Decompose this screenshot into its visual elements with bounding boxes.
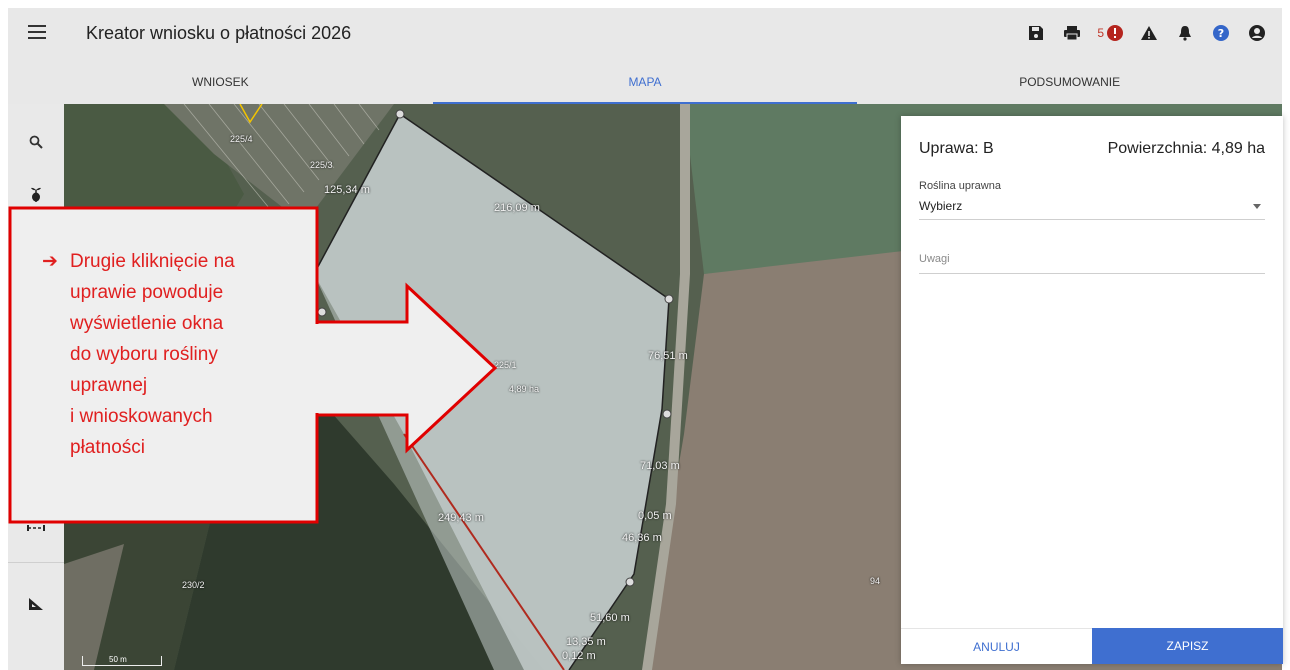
panel-header: Uprawa: B Powierzchnia: 4,89 ha bbox=[919, 140, 1265, 164]
edge-length-label: 125,34 m bbox=[324, 184, 370, 196]
main-tabs: WNIOSEK MAPA PODSUMOWANIE bbox=[8, 60, 1282, 104]
parcel-label: 225/1 bbox=[494, 360, 517, 370]
arrow-right-icon: ➔ bbox=[42, 251, 58, 272]
edge-length-label: 76,51 m bbox=[648, 350, 688, 362]
parcel-area-label: 4,89 ha bbox=[509, 384, 540, 394]
plant-field-label: Roślina uprawna bbox=[919, 180, 1001, 192]
callout-text: Drugie kliknięcie na uprawie powoduje wy… bbox=[70, 246, 310, 463]
plant-select[interactable]: Wybierz bbox=[919, 196, 1265, 220]
scale-label: 50 m bbox=[109, 655, 127, 664]
save-button[interactable]: ZAPISZ bbox=[1092, 628, 1283, 664]
toolbar-divider bbox=[8, 562, 64, 563]
edge-length-label: 0,12 m bbox=[562, 650, 596, 662]
plant-select-value: Wybierz bbox=[919, 199, 963, 213]
chevron-down-icon bbox=[1253, 204, 1261, 209]
crop-panel: Uprawa: B Powierzchnia: 4,89 ha Roślina … bbox=[901, 116, 1283, 664]
tab-podsumowanie[interactable]: PODSUMOWANIE bbox=[857, 60, 1282, 104]
search-icon[interactable] bbox=[24, 130, 48, 154]
callout-line: do wyboru rośliny bbox=[70, 344, 218, 365]
tab-wniosek[interactable]: WNIOSEK bbox=[8, 60, 433, 104]
map-toolbar bbox=[8, 104, 64, 670]
edge-length-label: 13,35 m bbox=[566, 636, 606, 648]
error-icon bbox=[1107, 25, 1123, 41]
tab-mapa[interactable]: MAPA bbox=[432, 60, 858, 104]
help-icon[interactable]: ? bbox=[1210, 22, 1232, 44]
edge-length-label: 0,05 m bbox=[638, 510, 672, 522]
ruler-icon[interactable] bbox=[24, 516, 48, 540]
account-icon[interactable] bbox=[1246, 22, 1268, 44]
plant-icon[interactable] bbox=[24, 182, 48, 206]
area-label: Powierzchnia: 4,89 ha bbox=[1107, 140, 1265, 157]
parcel-label: 225/3 bbox=[310, 160, 333, 170]
callout-line: płatności bbox=[70, 437, 145, 458]
svg-text:?: ? bbox=[1218, 27, 1224, 40]
header-actions: 5 ? bbox=[1025, 20, 1268, 46]
edge-length-label: 249,43 m bbox=[438, 512, 484, 524]
parcel-label: 94 bbox=[870, 576, 881, 586]
save-icon[interactable] bbox=[1025, 22, 1047, 44]
edge-length-label: 51,60 m bbox=[590, 612, 630, 624]
callout-line: uprawie powoduje bbox=[70, 282, 224, 303]
edge-length-label: 216,09 m bbox=[494, 202, 540, 214]
error-indicator[interactable]: 5 bbox=[1097, 24, 1124, 42]
map-scale-bar: 50 m bbox=[82, 655, 162, 666]
cancel-button[interactable]: ANULUJ bbox=[901, 628, 1092, 664]
warning-icon[interactable] bbox=[1138, 22, 1160, 44]
callout-line: Drugie kliknięcie na bbox=[70, 251, 235, 272]
bell-icon[interactable] bbox=[1174, 22, 1196, 44]
menu-icon[interactable] bbox=[28, 25, 46, 39]
edge-length-label: 46,36 m bbox=[622, 532, 662, 544]
parcel-label: 225/4 bbox=[230, 134, 253, 144]
parcel-label: 230/2 bbox=[182, 580, 205, 590]
app-title: Kreator wniosku o płatności 2026 bbox=[86, 23, 352, 43]
callout-line: i wnioskowanych bbox=[70, 406, 213, 427]
notes-field[interactable]: Uwagi bbox=[919, 244, 1265, 274]
edge-length-label: 71,03 m bbox=[640, 460, 680, 472]
callout-line: wyświetlenie okna bbox=[70, 313, 224, 334]
callout-line: uprawnej bbox=[70, 375, 148, 396]
app-header: Kreator wniosku o płatności 2026 5 ? bbox=[8, 8, 1282, 60]
print-icon[interactable] bbox=[1061, 22, 1083, 44]
error-count: 5 bbox=[1097, 26, 1104, 40]
measure-angle-icon[interactable] bbox=[24, 592, 48, 616]
crop-label: Uprawa: B bbox=[919, 140, 994, 157]
notes-placeholder: Uwagi bbox=[919, 253, 950, 265]
